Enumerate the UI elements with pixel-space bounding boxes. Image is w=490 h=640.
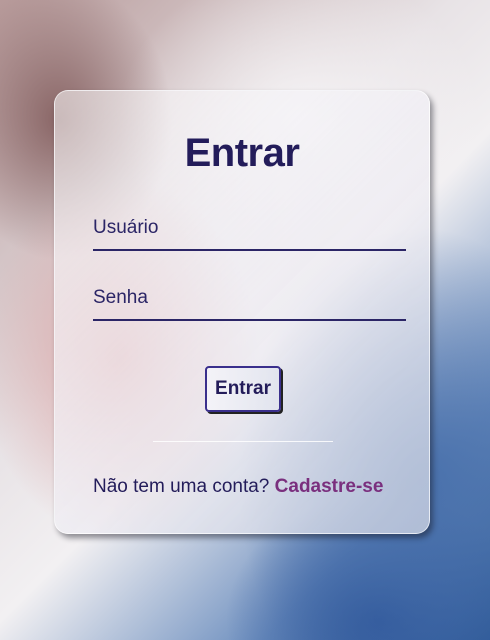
password-label: Senha: [93, 287, 148, 308]
login-button[interactable]: Entrar: [205, 366, 281, 412]
login-card: Entrar Usuário Senha Entrar Não tem uma …: [54, 90, 430, 534]
signup-prompt-text: Não tem uma conta?: [93, 476, 270, 497]
signup-prompt: Não tem uma conta? Cadastre-se: [93, 476, 383, 498]
username-field[interactable]: Usuário: [93, 215, 406, 251]
divider: [153, 441, 333, 442]
username-label: Usuário: [93, 217, 159, 238]
page-title: Entrar: [184, 131, 300, 175]
password-field[interactable]: Senha: [93, 285, 406, 321]
signup-link[interactable]: Cadastre-se: [275, 476, 384, 497]
